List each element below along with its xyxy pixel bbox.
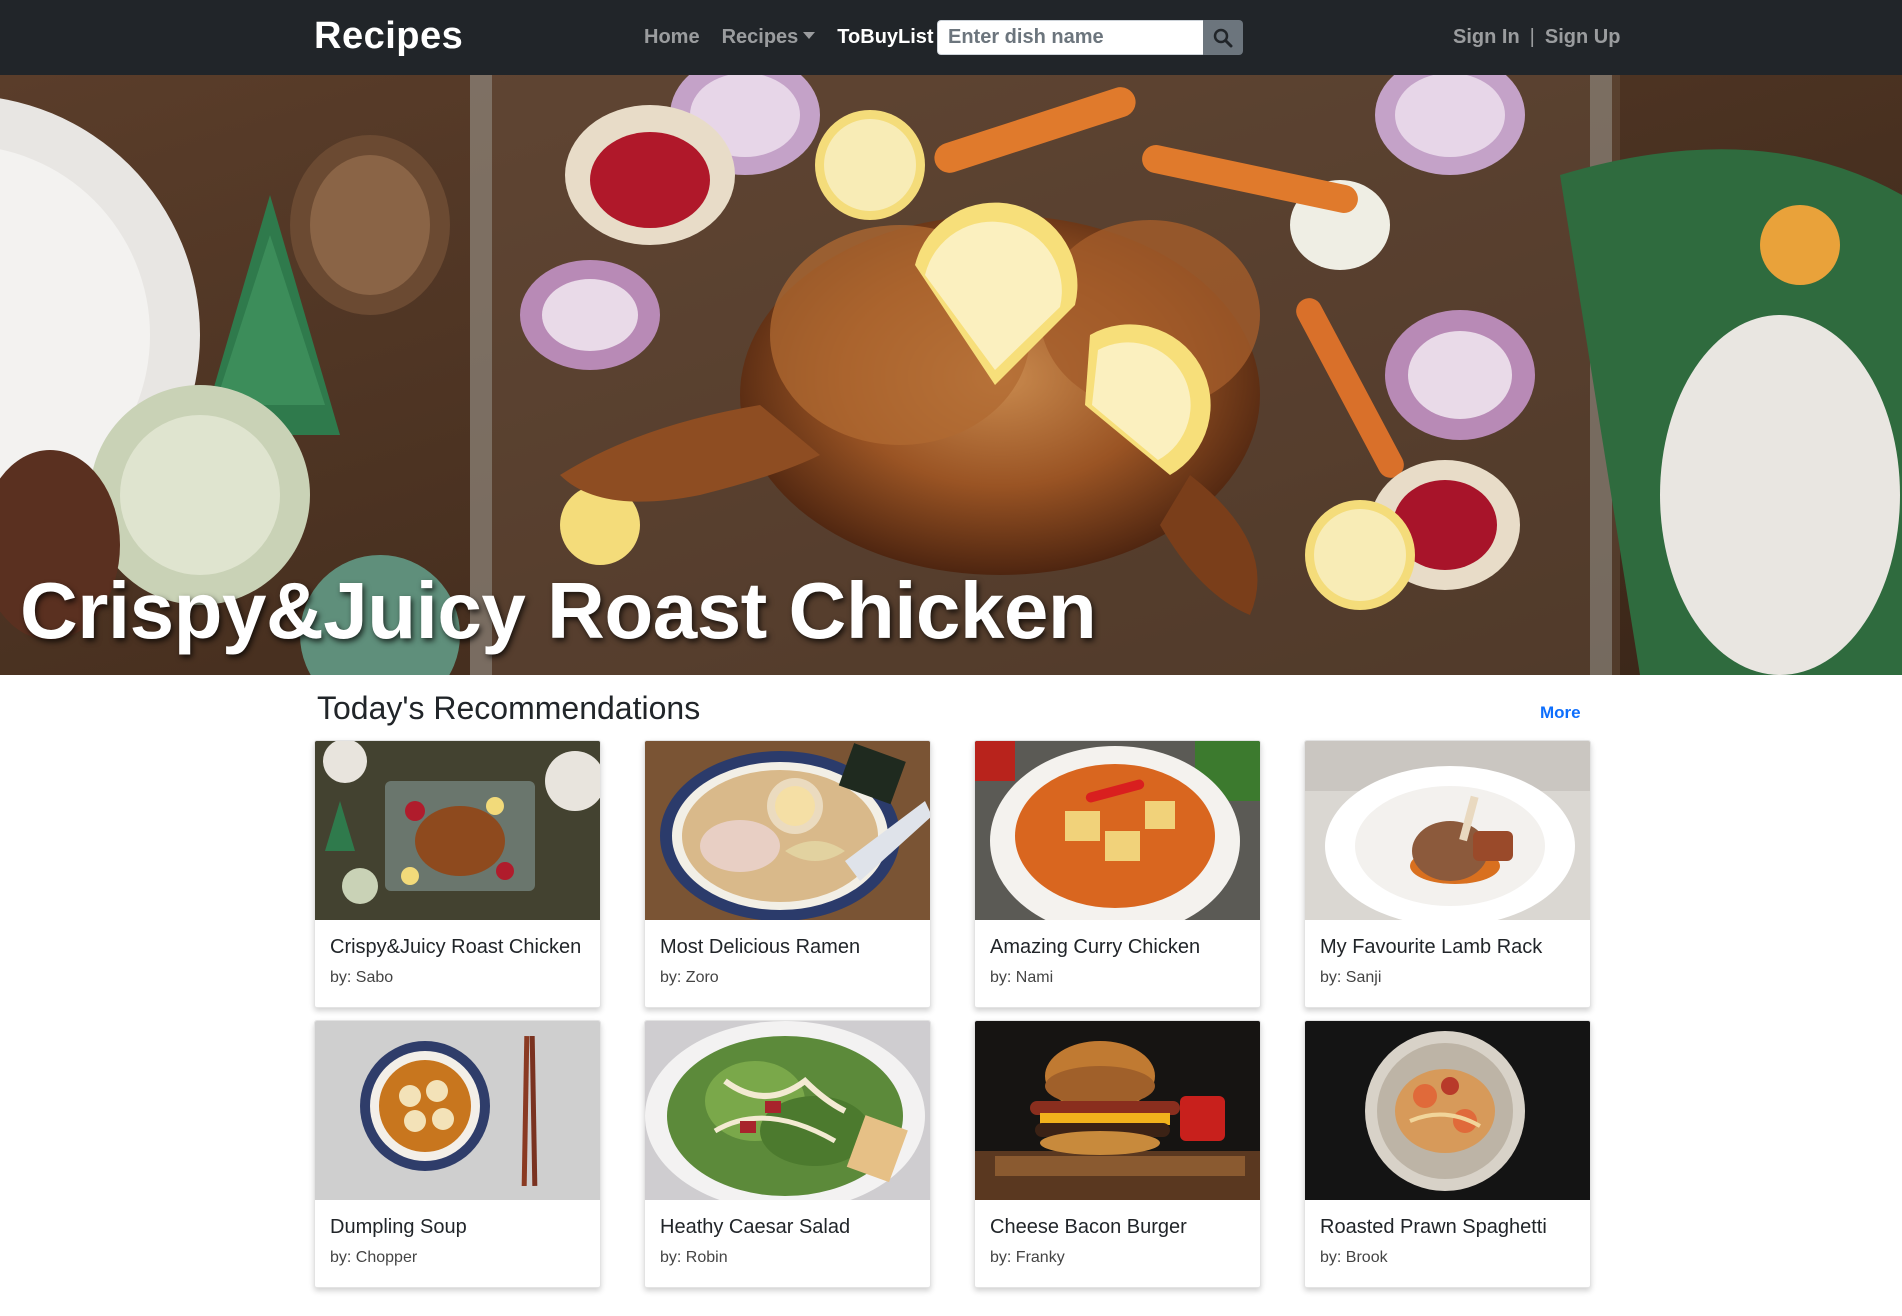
- recipe-card[interactable]: My Favourite Lamb Rack by: Sanji: [1304, 740, 1591, 1008]
- recipe-card-title: Most Delicious Ramen: [660, 936, 861, 958]
- search-input[interactable]: [937, 20, 1203, 55]
- recipe-card-author: by: Brook: [1320, 1249, 1388, 1266]
- hero-title: Crispy&Juicy Roast Chicken: [20, 566, 1097, 655]
- recipe-card-author: by: Franky: [990, 1249, 1065, 1266]
- recipe-card[interactable]: Crispy&Juicy Roast Chicken by: Sabo: [314, 740, 601, 1008]
- auth-links: Sign In | Sign Up: [1453, 26, 1620, 49]
- recipe-card-author: by: Sanji: [1320, 969, 1382, 986]
- recipe-card-author: by: Zoro: [660, 969, 719, 986]
- prawn-spaghetti-thumbnail: [1305, 1021, 1590, 1200]
- hero-banner[interactable]: Crispy&Juicy Roast Chicken: [0, 75, 1902, 675]
- recommendations-heading: Today's Recommendations: [317, 690, 701, 726]
- recipe-card-title: Crispy&Juicy Roast Chicken: [330, 936, 582, 958]
- nav-links: Home Recipes ToBuyList: [644, 26, 956, 49]
- nav-recipes-dropdown[interactable]: Recipes: [722, 26, 816, 49]
- search-button[interactable]: [1203, 20, 1243, 55]
- search-form: [937, 20, 1243, 55]
- recipe-card[interactable]: Amazing Curry Chicken by: Nami: [974, 740, 1261, 1008]
- recipe-card-title: Heathy Caesar Salad: [660, 1216, 851, 1238]
- recipe-card-title: Cheese Bacon Burger: [990, 1216, 1187, 1238]
- recipe-card-author: by: Chopper: [330, 1249, 418, 1266]
- auth-separator: |: [1529, 26, 1535, 48]
- top-navbar: Recipes Home Recipes ToBuyList Sign In |…: [0, 0, 1902, 75]
- lamb-rack-thumbnail: [1305, 741, 1590, 920]
- nav-tobuylist-link[interactable]: ToBuyList: [837, 26, 933, 49]
- recipe-card-author: by: Robin: [660, 1249, 728, 1266]
- caesar-salad-thumbnail: [645, 1021, 930, 1200]
- sign-up-link[interactable]: Sign Up: [1545, 26, 1621, 49]
- ramen-thumbnail: [645, 741, 930, 920]
- recipe-card[interactable]: Dumpling Soup by: Chopper: [314, 1020, 601, 1288]
- curry-chicken-thumbnail: [975, 741, 1260, 920]
- nav-recipes-label: Recipes: [721, 26, 799, 48]
- recipe-card[interactable]: Most Delicious Ramen by: Zoro: [644, 740, 931, 1008]
- recipe-card[interactable]: Cheese Bacon Burger by: Franky: [974, 1020, 1261, 1288]
- recipe-card[interactable]: Roasted Prawn Spaghetti by: Brook: [1304, 1020, 1591, 1288]
- recipe-card-author: by: Sabo: [330, 969, 394, 986]
- recipe-card-title: Dumpling Soup: [330, 1216, 467, 1238]
- search-icon: [1213, 28, 1233, 47]
- nav-home-link[interactable]: Home: [644, 26, 700, 49]
- caret-down-icon: [803, 32, 816, 40]
- bacon-burger-thumbnail: [975, 1021, 1260, 1200]
- dumpling-soup-thumbnail: [315, 1021, 600, 1200]
- recipe-card-title: Amazing Curry Chicken: [990, 936, 1201, 958]
- brand-logo[interactable]: Recipes: [314, 15, 463, 58]
- recipe-card-title: Roasted Prawn Spaghetti: [1320, 1216, 1547, 1238]
- recipe-card-title: My Favourite Lamb Rack: [1320, 936, 1543, 958]
- recipe-card[interactable]: Heathy Caesar Salad by: Robin: [644, 1020, 931, 1288]
- more-link[interactable]: More: [1540, 703, 1581, 723]
- roast-chicken-thumbnail: [315, 741, 600, 920]
- recipe-card-author: by: Nami: [990, 969, 1054, 986]
- sign-in-link[interactable]: Sign In: [1453, 26, 1520, 49]
